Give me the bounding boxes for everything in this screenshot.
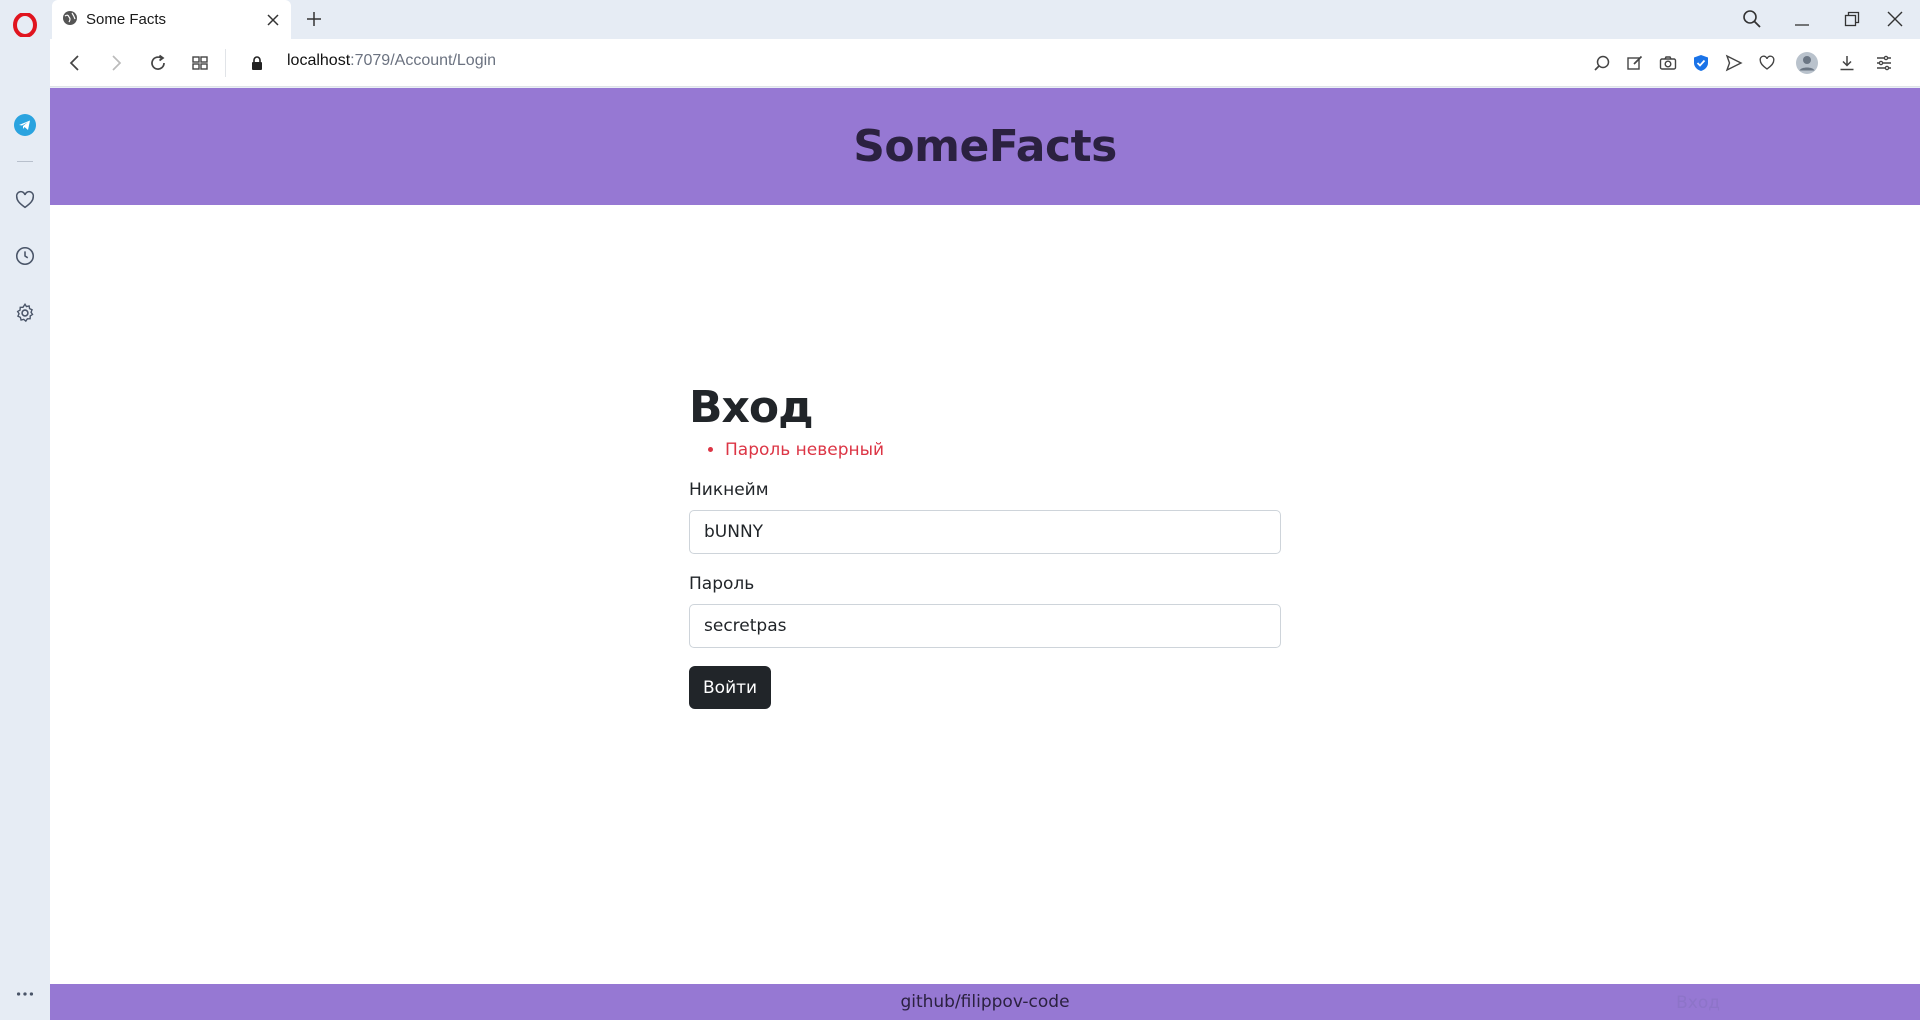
close-tab-icon[interactable] <box>265 12 281 28</box>
opera-logo-icon[interactable] <box>13 13 37 37</box>
error-message: Пароль неверный <box>725 440 1281 460</box>
page-viewport: SomeFacts Вход Пароль неверный Никнейм П… <box>50 88 1920 1020</box>
username-label: Никнейм <box>689 480 769 501</box>
password-label: Пароль <box>689 574 755 595</box>
tab-strip: Some Facts <box>50 0 1920 39</box>
sidebar-separator <box>17 161 33 162</box>
forward-icon[interactable] <box>104 51 128 75</box>
url-field[interactable]: localhost:7079/Account/Login <box>287 52 496 70</box>
lock-icon[interactable] <box>245 51 269 75</box>
address-bar: localhost:7079/Account/Login <box>50 39 1920 87</box>
page-title: Вход <box>689 382 814 433</box>
address-divider <box>225 49 226 77</box>
url-path: :7079/Account/Login <box>350 52 497 69</box>
search-tabs-icon[interactable] <box>1739 6 1765 32</box>
minimize-icon[interactable] <box>1789 6 1815 32</box>
history-icon[interactable] <box>13 244 37 268</box>
camera-icon[interactable] <box>1656 51 1680 75</box>
heart-icon[interactable] <box>1755 51 1779 75</box>
more-icon[interactable] <box>13 982 37 1006</box>
globe-icon <box>62 10 78 30</box>
download-icon[interactable] <box>1835 51 1859 75</box>
tab-overview-icon[interactable] <box>188 51 212 75</box>
restore-icon[interactable] <box>1839 6 1865 32</box>
new-tab-button[interactable] <box>303 8 325 30</box>
login-button[interactable]: Войти <box>689 666 772 710</box>
tab-title: Some Facts <box>86 11 167 28</box>
reload-icon[interactable] <box>146 51 170 75</box>
site-brand[interactable]: SomeFacts <box>853 121 1117 172</box>
username-input[interactable] <box>689 510 1281 555</box>
site-footer: github/filippov-code Вход <box>50 984 1920 1020</box>
lens-icon[interactable] <box>1590 51 1614 75</box>
edit-icon[interactable] <box>1623 51 1647 75</box>
site-header: SomeFacts <box>50 88 1920 205</box>
browser-sidebar <box>0 0 50 1020</box>
send-icon[interactable] <box>1722 51 1746 75</box>
validation-summary: Пароль неверный <box>725 440 1281 460</box>
telegram-icon[interactable] <box>13 113 37 137</box>
login-form: Вход Пароль неверный Никнейм Пароль Войт… <box>689 382 1281 710</box>
heart-icon[interactable] <box>13 188 37 212</box>
password-input[interactable] <box>689 604 1281 649</box>
vpn-shield-icon[interactable] <box>1689 51 1713 75</box>
tab-some-facts[interactable]: Some Facts <box>52 0 291 39</box>
settings-icon[interactable] <box>13 301 37 325</box>
back-icon[interactable] <box>63 51 87 75</box>
url-host: localhost <box>287 52 351 69</box>
easy-setup-icon[interactable] <box>1872 51 1896 75</box>
profile-icon[interactable] <box>1795 51 1819 75</box>
github-link[interactable]: github/filippov-code <box>900 992 1069 1012</box>
close-window-icon[interactable] <box>1882 6 1908 32</box>
footer-login-link[interactable]: Вход <box>1676 993 1720 1013</box>
